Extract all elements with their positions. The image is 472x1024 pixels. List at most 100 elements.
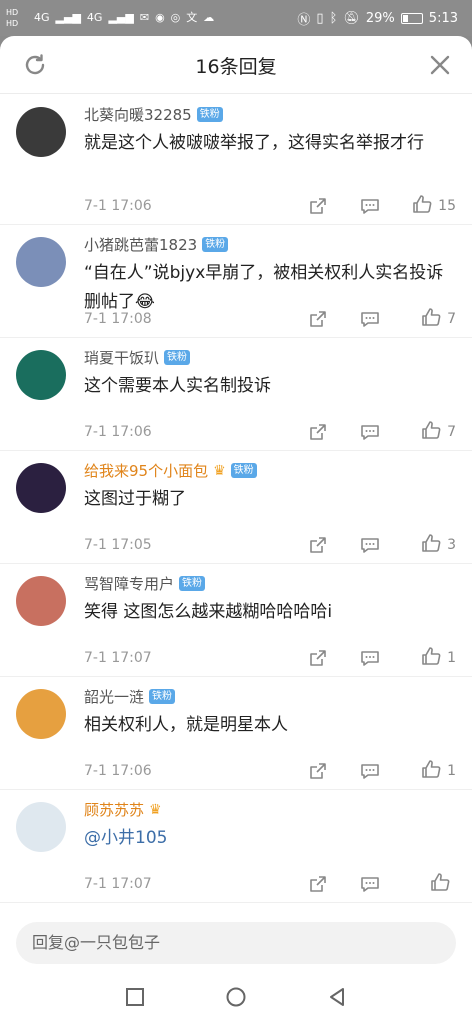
- reply-sheet: 16条回复 北葵向暖32285 铁粉 就是这个人被啵啵举报了，这得实名举报才行 …: [0, 36, 472, 970]
- username[interactable]: 顾苏苏苏: [84, 799, 144, 820]
- comment-text: 笑得 这图怎么越来越糊哈哈哈哈i: [84, 602, 333, 622]
- fan-badge: 铁粉: [179, 576, 206, 591]
- like-button[interactable]: 1: [396, 646, 456, 670]
- cloud-icon: ☁: [203, 10, 215, 24]
- avatar[interactable]: [16, 350, 66, 400]
- hd-indicator: HD HD: [6, 8, 19, 28]
- thumbs-up-icon: [412, 194, 432, 218]
- comment-item[interactable]: 韶光一涟 铁粉 相关权利人，就是明星本人 7-1 17:06 1: [0, 677, 472, 790]
- like-button[interactable]: 3: [396, 533, 456, 557]
- username[interactable]: 北葵向暖32285: [84, 104, 192, 125]
- username[interactable]: 琑夏干饭玐: [84, 347, 159, 368]
- like-button[interactable]: [396, 872, 456, 896]
- like-button[interactable]: 7: [396, 307, 456, 331]
- comment-item[interactable]: 琑夏干饭玐 铁粉 这个需要本人实名制投诉 7-1 17:06 7: [0, 338, 472, 451]
- home-icon[interactable]: [225, 986, 247, 1008]
- comment-time: 7-1 17:06: [84, 198, 152, 214]
- comment-header: 骂智障专用户 铁粉: [84, 573, 206, 594]
- comment-icon[interactable]: [344, 422, 396, 442]
- avatar[interactable]: [16, 237, 66, 287]
- comment-icon[interactable]: [344, 196, 396, 216]
- fan-badge: 铁粉: [202, 237, 229, 252]
- comment-item[interactable]: 北葵向暖32285 铁粉 就是这个人被啵啵举报了，这得实名举报才行 7-1 17…: [0, 95, 472, 225]
- avatar[interactable]: [16, 463, 66, 513]
- avatar[interactable]: [16, 576, 66, 626]
- comment-item[interactable]: 骂智障专用户 铁粉 笑得 这图怎么越来越糊哈哈哈哈i 7-1 17:07 1: [0, 564, 472, 677]
- network-label-2: 4G: [86, 10, 103, 24]
- comment-text: 这图过于糊了: [84, 489, 186, 509]
- sheet-header: 16条回复: [0, 36, 472, 94]
- comment-actions: 1: [292, 646, 456, 670]
- network-label: 4G: [34, 10, 50, 24]
- vibrate-icon: ▯: [316, 11, 324, 26]
- weibo-icon: ◉: [155, 10, 165, 24]
- comment-text: 这个需要本人实名制投诉: [84, 376, 271, 396]
- comment-icon[interactable]: [344, 309, 396, 329]
- like-button[interactable]: 15: [396, 194, 456, 218]
- like-count: 3: [447, 537, 456, 553]
- status-bar: HD HD 4G ▂▄▆ 4G ▂▄▆ ✉ ◉ ◎ 文 ☁ Ⓝ ▯ ᛒ 🔕︎ 29…: [0, 0, 472, 36]
- username[interactable]: 小猪跳芭蕾1823: [84, 234, 197, 255]
- comment-header: 韶光一涟 铁粉: [84, 686, 176, 707]
- comment-time: 7-1 17:06: [84, 424, 152, 440]
- battery-icon: [400, 13, 423, 24]
- comment-header: 琑夏干饭玐 铁粉: [84, 347, 191, 368]
- comment-header: 小猪跳芭蕾1823 铁粉: [84, 234, 229, 255]
- comment-item[interactable]: 给我来95个小面包 ♛ 铁粉 这图过于糊了 7-1 17:05 3: [0, 451, 472, 564]
- signal-icon-2: ▂▄▆: [108, 10, 134, 24]
- thumbs-up-icon: [421, 646, 441, 670]
- bluetooth-icon: ᛒ: [329, 11, 338, 26]
- avatar[interactable]: [16, 689, 66, 739]
- comment-actions: 7: [292, 307, 456, 331]
- reply-input[interactable]: 回复@一只包包子: [16, 922, 456, 964]
- comment-text: @小井105: [84, 828, 168, 848]
- username[interactable]: 给我来95个小面包: [84, 460, 208, 481]
- comment-icon[interactable]: [344, 874, 396, 894]
- comment-actions: 7: [292, 420, 456, 444]
- recents-icon[interactable]: [124, 986, 146, 1008]
- username[interactable]: 韶光一涟: [84, 686, 144, 707]
- like-button[interactable]: 7: [396, 420, 456, 444]
- nfc-icon: Ⓝ: [297, 13, 311, 28]
- like-button[interactable]: 1: [396, 759, 456, 783]
- comment-actions: 3: [292, 533, 456, 557]
- fan-badge: 铁粉: [164, 350, 191, 365]
- signal-icon: ▂▄▆: [55, 10, 81, 24]
- thumbs-up-icon: [421, 307, 441, 331]
- comment-icon[interactable]: [344, 761, 396, 781]
- battery-percent: 29%: [365, 11, 395, 26]
- like-count: 7: [447, 424, 456, 440]
- crown-icon: ♛: [149, 801, 162, 818]
- comment-icon[interactable]: [344, 535, 396, 555]
- share-icon[interactable]: [292, 309, 344, 329]
- comment-actions: 1: [292, 759, 456, 783]
- comment-text: 就是这个人被啵啵举报了，这得实名举报才行: [84, 133, 424, 153]
- share-icon[interactable]: [292, 196, 344, 216]
- thumbs-up-icon: [421, 533, 441, 557]
- clock: 5:13: [428, 11, 458, 26]
- comment-item[interactable]: 小猪跳芭蕾1823 铁粉 “自在人”说bjyx早崩了，被相关权利人实名投诉删帖了…: [0, 225, 472, 338]
- comment-icon[interactable]: [344, 648, 396, 668]
- comment-time: 7-1 17:06: [84, 763, 152, 779]
- avatar[interactable]: [16, 107, 66, 157]
- comment-time: 7-1 17:07: [84, 650, 152, 666]
- comment-time: 7-1 17:07: [84, 876, 152, 892]
- comment-item[interactable]: 顾苏苏苏 ♛ @小井105 7-1 17:07: [0, 790, 472, 903]
- fan-badge: 铁粉: [230, 463, 257, 478]
- share-icon[interactable]: [292, 535, 344, 555]
- back-icon[interactable]: [326, 986, 348, 1008]
- share-icon[interactable]: [292, 761, 344, 781]
- translate-icon: 文: [186, 11, 198, 24]
- close-icon[interactable]: [428, 53, 452, 77]
- system-nav-bar: [0, 970, 472, 1024]
- share-icon[interactable]: [292, 648, 344, 668]
- status-right: Ⓝ ▯ ᛒ 🔕︎ 29% 5:13: [297, 9, 458, 28]
- thumbs-up-icon: [421, 759, 441, 783]
- comment-actions: 15: [292, 194, 456, 218]
- comment-text: 相关权利人，就是明星本人: [84, 715, 288, 735]
- username[interactable]: 骂智障专用户: [84, 573, 174, 594]
- avatar[interactable]: [16, 802, 66, 852]
- like-count: 7: [447, 311, 456, 327]
- share-icon[interactable]: [292, 422, 344, 442]
- share-icon[interactable]: [292, 874, 344, 894]
